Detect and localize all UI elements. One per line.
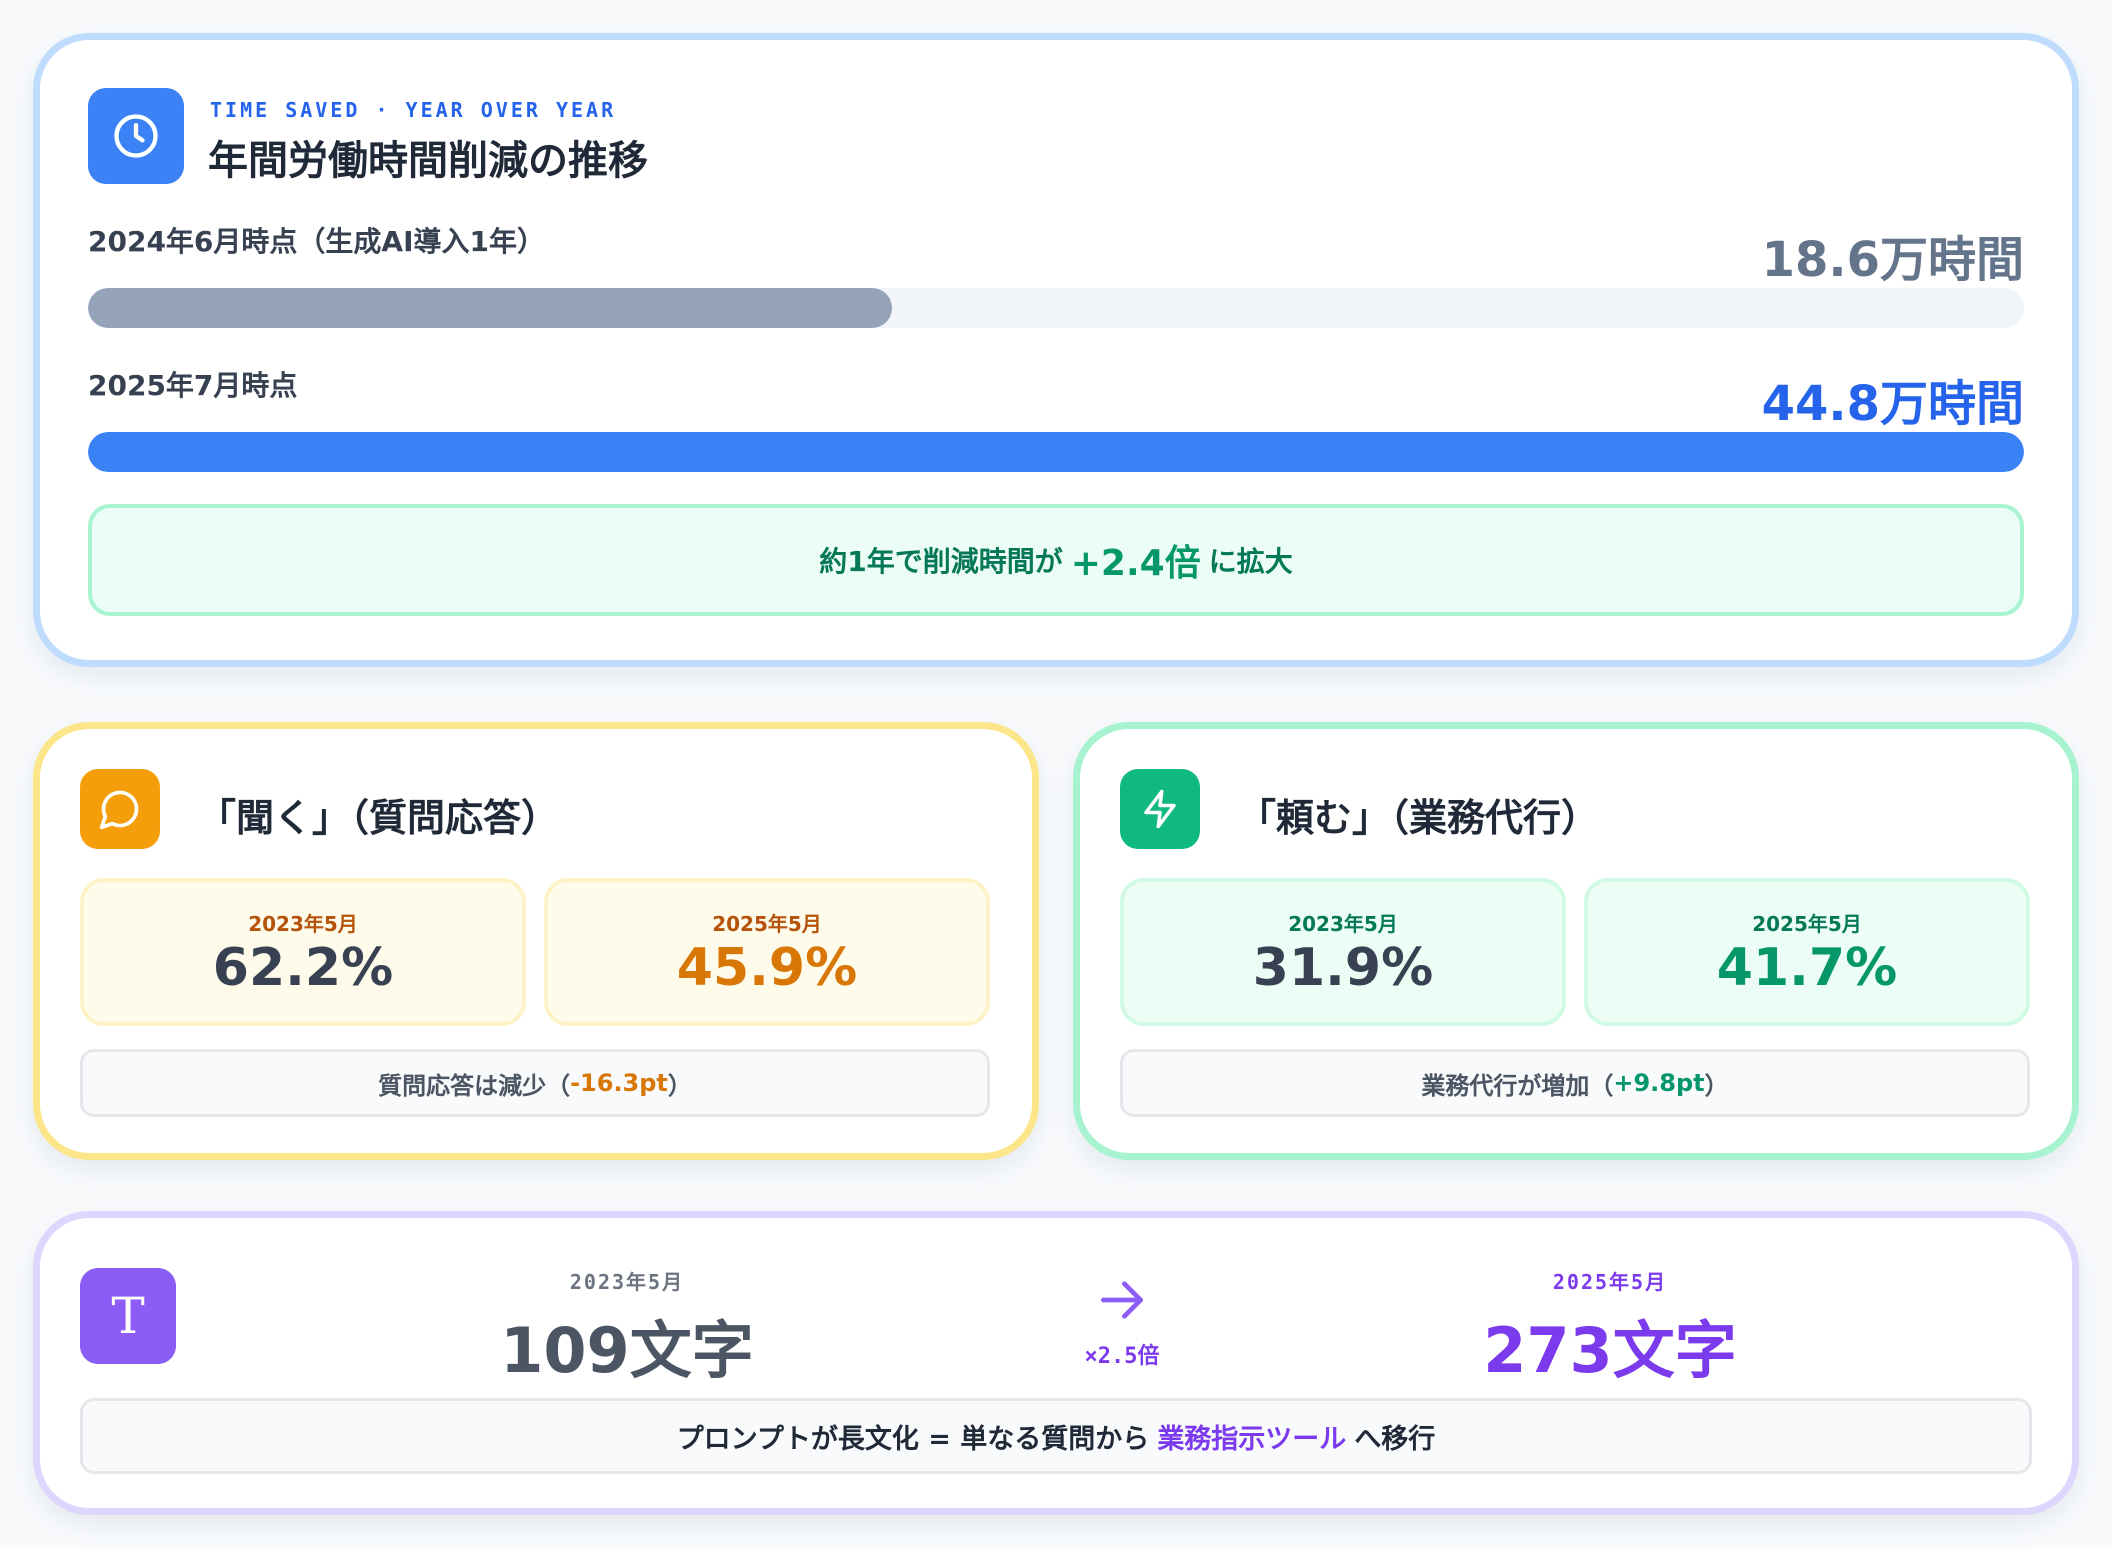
ask-before-date: 2023年5月 [248, 912, 358, 936]
growth-summary-suffix: に拡大 [1208, 545, 1293, 578]
length-summary-highlight: 業務指示ツール [1157, 1423, 1347, 1455]
growth-summary-prefix: 約1年で削減時間が [819, 545, 1063, 578]
time-saved-title: 年間労働時間削減の推移 [208, 138, 648, 184]
length-summary-suffix: へ移行 [1354, 1423, 1436, 1455]
arrow-right-icon [1101, 1281, 1143, 1319]
row-2024-value: 18.6万時間 [1761, 232, 2024, 288]
ask-note: 質問応答は減少（ -16.3pt） [80, 1049, 990, 1117]
ask-after-stat: 2025年5月 45.9% [544, 878, 990, 1026]
request-note-suffix: ） [1704, 1071, 1729, 1100]
request-after-stat: 2025年5月 41.7% [1584, 878, 2030, 1026]
length-after-date: 2025年5月 [1552, 1270, 1668, 1294]
request-before-stat: 2023年5月 31.9% [1120, 878, 1566, 1026]
ask-before-stat: 2023年5月 62.2% [80, 878, 526, 1026]
length-summary: プロンプトが長文化 = 単なる質問から 業務指示ツール へ移行 [80, 1398, 2032, 1474]
request-before-value: 31.9% [1252, 938, 1434, 998]
length-after-value: 273文字 [1483, 1314, 1737, 1387]
request-before-date: 2023年5月 [1288, 912, 1398, 936]
time-saved-card: TIME SAVED · YEAR OVER YEAR 年間労働時間削減の推移 … [33, 33, 2079, 667]
ask-note-delta: -16.3pt [570, 1069, 668, 1097]
growth-multiplier: +2.4倍 [1070, 543, 1201, 584]
request-note-delta: +9.8pt [1613, 1069, 1705, 1097]
ask-after-date: 2025年5月 [712, 912, 822, 936]
ask-before-value: 62.2% [212, 938, 394, 998]
growth-summary: 約1年で削減時間が +2.4倍 に拡大 [88, 504, 2024, 616]
ask-after-value: 45.9% [676, 938, 858, 998]
text-icon-glyph: T [111, 1287, 145, 1345]
ask-note-prefix: 質問応答は減少（ [378, 1071, 571, 1100]
row-2025-label: 2025年7月時点 [88, 369, 298, 402]
request-after-value: 41.7% [1716, 938, 1898, 998]
chat-bubble-icon [80, 769, 160, 849]
time-saved-kicker: TIME SAVED · YEAR OVER YEAR [210, 98, 617, 122]
prompt-length-card: T 2023年5月 109文字 ×2.5倍 2025年5月 273文字 プロンプ… [33, 1211, 2079, 1515]
request-after-date: 2025年5月 [1752, 912, 1862, 936]
length-before-date: 2023年5月 [569, 1270, 685, 1294]
progress-track-2025 [88, 432, 2024, 472]
progress-fill-2024 [88, 288, 892, 328]
progress-fill-2025 [88, 432, 2024, 472]
request-card-title: 「頼む」（業務代行） [1238, 796, 1600, 840]
ask-card: 「聞く」（質問応答） 2023年5月 62.2% 2025年5月 45.9% 質… [33, 722, 1039, 1160]
request-note-prefix: 業務代行が増加（ [1421, 1071, 1614, 1100]
text-icon: T [80, 1268, 176, 1364]
request-card: 「頼む」（業務代行） 2023年5月 31.9% 2025年5月 41.7% 業… [1073, 722, 2079, 1160]
progress-track-2024 [88, 288, 2024, 328]
ask-note-suffix: ） [667, 1071, 692, 1100]
row-2025-value: 44.8万時間 [1761, 376, 2024, 432]
length-before-value: 109文字 [500, 1314, 754, 1387]
clock-icon [88, 88, 184, 184]
length-summary-prefix: プロンプトが長文化 = 単なる質問から [676, 1423, 1150, 1455]
row-2024-label: 2024年6月時点（生成AI導入1年） [88, 225, 545, 258]
lightning-icon [1120, 769, 1200, 849]
length-ratio: ×2.5倍 [1084, 1344, 1160, 1369]
ask-card-title: 「聞く」（質問応答） [198, 796, 560, 840]
request-note: 業務代行が増加（ +9.8pt） [1120, 1049, 2030, 1117]
